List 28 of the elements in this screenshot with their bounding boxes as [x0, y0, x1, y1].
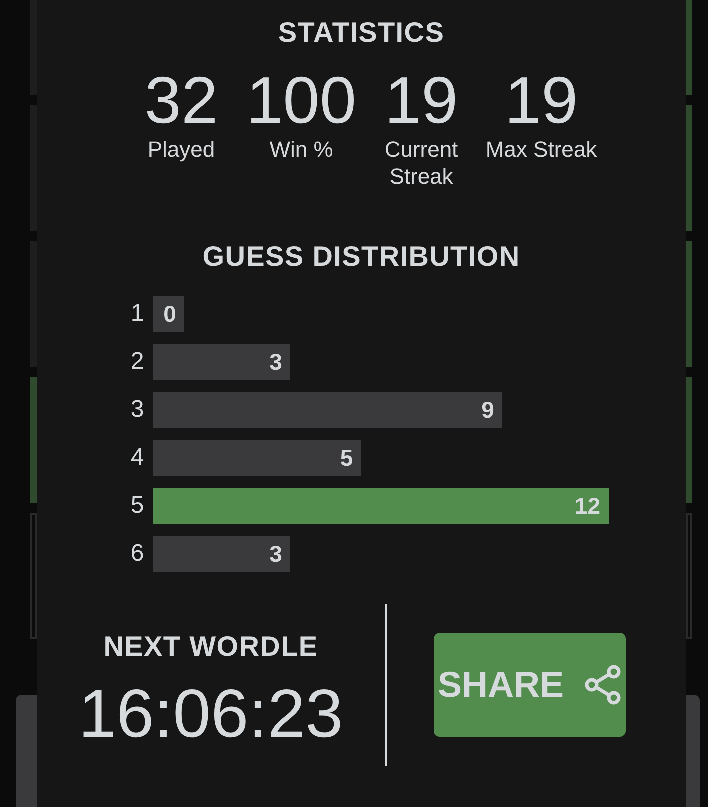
- guess-number: 6: [130, 539, 146, 569]
- keyboard-key[interactable]: [686, 695, 700, 807]
- stat-value: 19: [384, 64, 458, 136]
- stat-label: Played: [148, 136, 216, 163]
- bar-count: 9: [482, 396, 494, 425]
- guess-number: 3: [130, 395, 146, 425]
- bar-count: 0: [164, 300, 176, 329]
- stat-label: Current Streak: [384, 136, 460, 190]
- share-button[interactable]: SHARE: [434, 633, 626, 737]
- stat-value: 100: [246, 64, 357, 136]
- keyboard-key[interactable]: [16, 695, 37, 807]
- bar-count: 3: [270, 348, 282, 377]
- guess-number: 4: [130, 443, 146, 473]
- bar-count: 3: [270, 540, 282, 569]
- stat-label: Win %: [270, 136, 334, 163]
- countdown-timer: 16:06:23: [78, 675, 344, 754]
- bar-count: 12: [574, 492, 600, 521]
- statistics-title: STATISTICS: [278, 16, 445, 50]
- guess-number: 2: [130, 347, 146, 377]
- stat-value: 19: [504, 64, 578, 136]
- stat-label: Max Streak: [486, 136, 598, 163]
- stat-value: 32: [144, 64, 218, 136]
- guess-number: 5: [130, 491, 146, 521]
- bar-count: 5: [340, 444, 354, 473]
- share-icon: [584, 665, 622, 705]
- distribution-title: GUESS DISTRIBUTION: [202, 240, 520, 274]
- guess-number: 1: [130, 299, 146, 329]
- next-wordle-title: NEXT WORDLE: [104, 630, 318, 664]
